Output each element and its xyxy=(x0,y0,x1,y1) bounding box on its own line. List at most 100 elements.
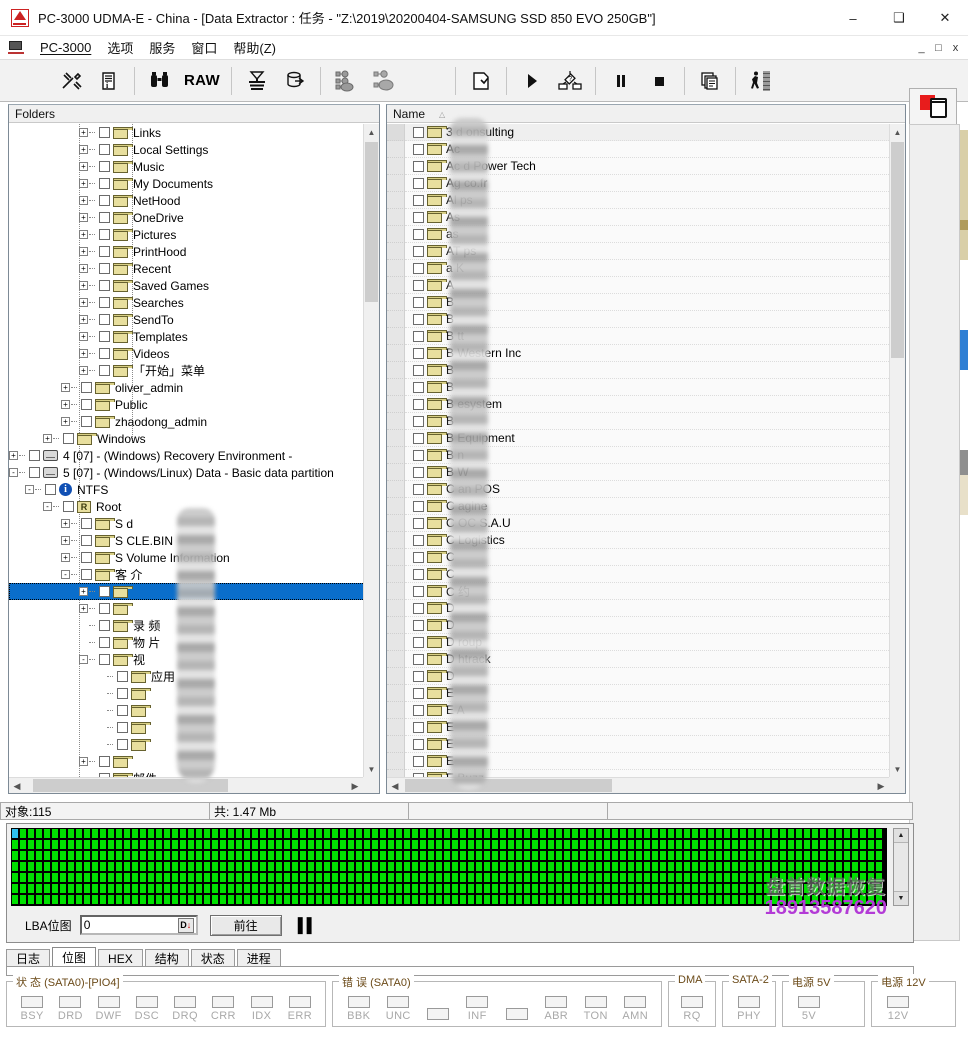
tree-expand-toggle[interactable]: + xyxy=(79,604,88,613)
tree-expand-toggle[interactable]: + xyxy=(43,434,52,443)
lba-bitmap-cell[interactable] xyxy=(187,872,195,883)
lba-bitmap-cell[interactable] xyxy=(739,861,747,872)
lba-bitmap-cell[interactable] xyxy=(275,894,283,905)
lba-bitmap-cell[interactable] xyxy=(283,839,291,850)
lba-bitmap-cell[interactable] xyxy=(75,850,83,861)
lba-bitmap-cell[interactable] xyxy=(411,883,419,894)
file-list-row[interactable]: C agine xyxy=(387,498,905,515)
file-row-checkbox[interactable] xyxy=(413,687,424,699)
lba-bitmap-cell[interactable] xyxy=(339,828,347,839)
info-document-icon[interactable]: i xyxy=(90,64,128,98)
lba-bitmap-cell[interactable] xyxy=(491,850,499,861)
file-list-row[interactable]: B esystem xyxy=(387,396,905,413)
lba-bitmap-cell[interactable] xyxy=(763,883,771,894)
lba-bitmap-cell[interactable] xyxy=(523,894,531,905)
lba-bitmap-cell[interactable] xyxy=(155,861,163,872)
lba-bitmap-cell[interactable] xyxy=(811,872,819,883)
tree-row[interactable]: 应用 xyxy=(9,668,379,685)
lba-bitmap-cell[interactable] xyxy=(75,861,83,872)
lba-bitmap-cell[interactable] xyxy=(491,861,499,872)
lba-bitmap-cell[interactable] xyxy=(155,894,163,905)
lba-bitmap-cell[interactable] xyxy=(219,883,227,894)
lba-bitmap-cell[interactable] xyxy=(155,828,163,839)
lba-bitmap-cell[interactable] xyxy=(523,872,531,883)
lba-bitmap-cell[interactable] xyxy=(227,850,235,861)
lba-bitmap-cell[interactable] xyxy=(291,861,299,872)
tree-scroll-right-arrow[interactable]: ▶ xyxy=(347,778,363,794)
lba-bitmap-cell[interactable] xyxy=(635,839,643,850)
lba-bitmap-cell[interactable] xyxy=(43,872,51,883)
lba-bitmap-cell[interactable] xyxy=(35,894,43,905)
lba-bitmap-cell[interactable] xyxy=(595,872,603,883)
lba-bitmap-cell[interactable] xyxy=(779,872,787,883)
tree-row[interactable]: + 「开始」菜单 xyxy=(9,362,379,379)
lba-bitmap-cell[interactable] xyxy=(419,883,427,894)
lba-bitmap-cell[interactable] xyxy=(811,894,819,905)
lba-bitmap-cell[interactable] xyxy=(699,883,707,894)
lba-bitmap-cell[interactable] xyxy=(563,839,571,850)
tree-row-checkbox[interactable] xyxy=(117,739,128,750)
tree-row[interactable]: + S d xyxy=(9,515,379,532)
lba-bitmap-cell[interactable] xyxy=(59,828,67,839)
lba-bitmap-cell[interactable] xyxy=(371,861,379,872)
lba-bitmap-cell[interactable] xyxy=(787,872,795,883)
lba-bitmap-cell[interactable] xyxy=(691,883,699,894)
lba-bitmap-cell[interactable] xyxy=(459,894,467,905)
lba-bitmap-cell[interactable] xyxy=(699,894,707,905)
lba-bitmap-cell[interactable] xyxy=(67,861,75,872)
lba-bitmap-cell[interactable] xyxy=(619,828,627,839)
lba-bitmap-cell[interactable] xyxy=(547,850,555,861)
lba-bitmap-cell[interactable] xyxy=(467,883,475,894)
lba-bitmap-cell[interactable] xyxy=(187,828,195,839)
tree-row-checkbox[interactable] xyxy=(117,688,128,699)
file-row-checkbox[interactable] xyxy=(413,262,424,274)
lba-bitmap-cell[interactable] xyxy=(587,850,595,861)
lba-bitmap-cell[interactable] xyxy=(51,894,59,905)
lba-bitmap-cell[interactable] xyxy=(411,894,419,905)
lba-bitmap-cell[interactable] xyxy=(99,872,107,883)
background-window[interactable] xyxy=(906,88,968,941)
lba-bitmap-cell[interactable] xyxy=(571,872,579,883)
menu-item-options[interactable]: 选项 xyxy=(99,36,141,59)
tree-row[interactable]: + SendTo xyxy=(9,311,379,328)
lba-bitmap-cell[interactable] xyxy=(771,872,779,883)
lba-bitmap-cell[interactable] xyxy=(523,861,531,872)
tree-row-checkbox[interactable] xyxy=(29,450,40,461)
tree-vertical-scrollbar[interactable]: ▲ ▼ xyxy=(363,124,379,777)
lba-bitmap-cell[interactable] xyxy=(323,861,331,872)
lba-bitmap-cell[interactable] xyxy=(571,894,579,905)
lba-bitmap-cell[interactable] xyxy=(363,883,371,894)
file-list-row[interactable]: E xyxy=(387,736,905,753)
lba-bitmap-cell[interactable] xyxy=(59,861,67,872)
lba-bitmap-cell[interactable] xyxy=(515,850,523,861)
minimize-button[interactable]: – xyxy=(830,0,876,36)
lba-bitmap-cell[interactable] xyxy=(467,861,475,872)
tree-row[interactable]: + NetHood xyxy=(9,192,379,209)
tree-row-checkbox[interactable] xyxy=(99,195,110,206)
lba-bitmap-cell[interactable] xyxy=(507,861,515,872)
lba-bitmap-cell[interactable] xyxy=(283,850,291,861)
file-row-checkbox[interactable] xyxy=(413,755,424,767)
lba-bitmap-cell[interactable] xyxy=(83,883,91,894)
tree-row-checkbox[interactable] xyxy=(99,603,110,614)
lba-bitmap-cell[interactable] xyxy=(299,861,307,872)
file-row-checkbox[interactable] xyxy=(413,313,424,325)
lba-bitmap-cell[interactable] xyxy=(115,850,123,861)
lba-bitmap-cell[interactable] xyxy=(323,883,331,894)
lba-bitmap-cell[interactable] xyxy=(443,883,451,894)
lba-bitmap-cell[interactable] xyxy=(339,883,347,894)
lba-bitmap-cell[interactable] xyxy=(603,861,611,872)
lba-bitmap-cell[interactable] xyxy=(491,828,499,839)
file-row-checkbox[interactable] xyxy=(413,160,424,172)
list-horizontal-scrollbar[interactable]: ◀ ▶ xyxy=(387,777,889,793)
file-list-row[interactable]: B xyxy=(387,294,905,311)
lba-bitmap-cell[interactable] xyxy=(707,872,715,883)
maximize-button[interactable]: ❑ xyxy=(876,0,922,36)
file-list-column-header[interactable]: Name △ xyxy=(387,105,905,123)
stop-icon[interactable] xyxy=(640,64,678,98)
file-row-checkbox[interactable] xyxy=(413,330,424,342)
file-row-checkbox[interactable] xyxy=(413,619,424,631)
lba-bitmap-cell[interactable] xyxy=(595,828,603,839)
file-row-checkbox[interactable] xyxy=(413,143,424,155)
lba-bitmap-cell[interactable] xyxy=(827,828,835,839)
